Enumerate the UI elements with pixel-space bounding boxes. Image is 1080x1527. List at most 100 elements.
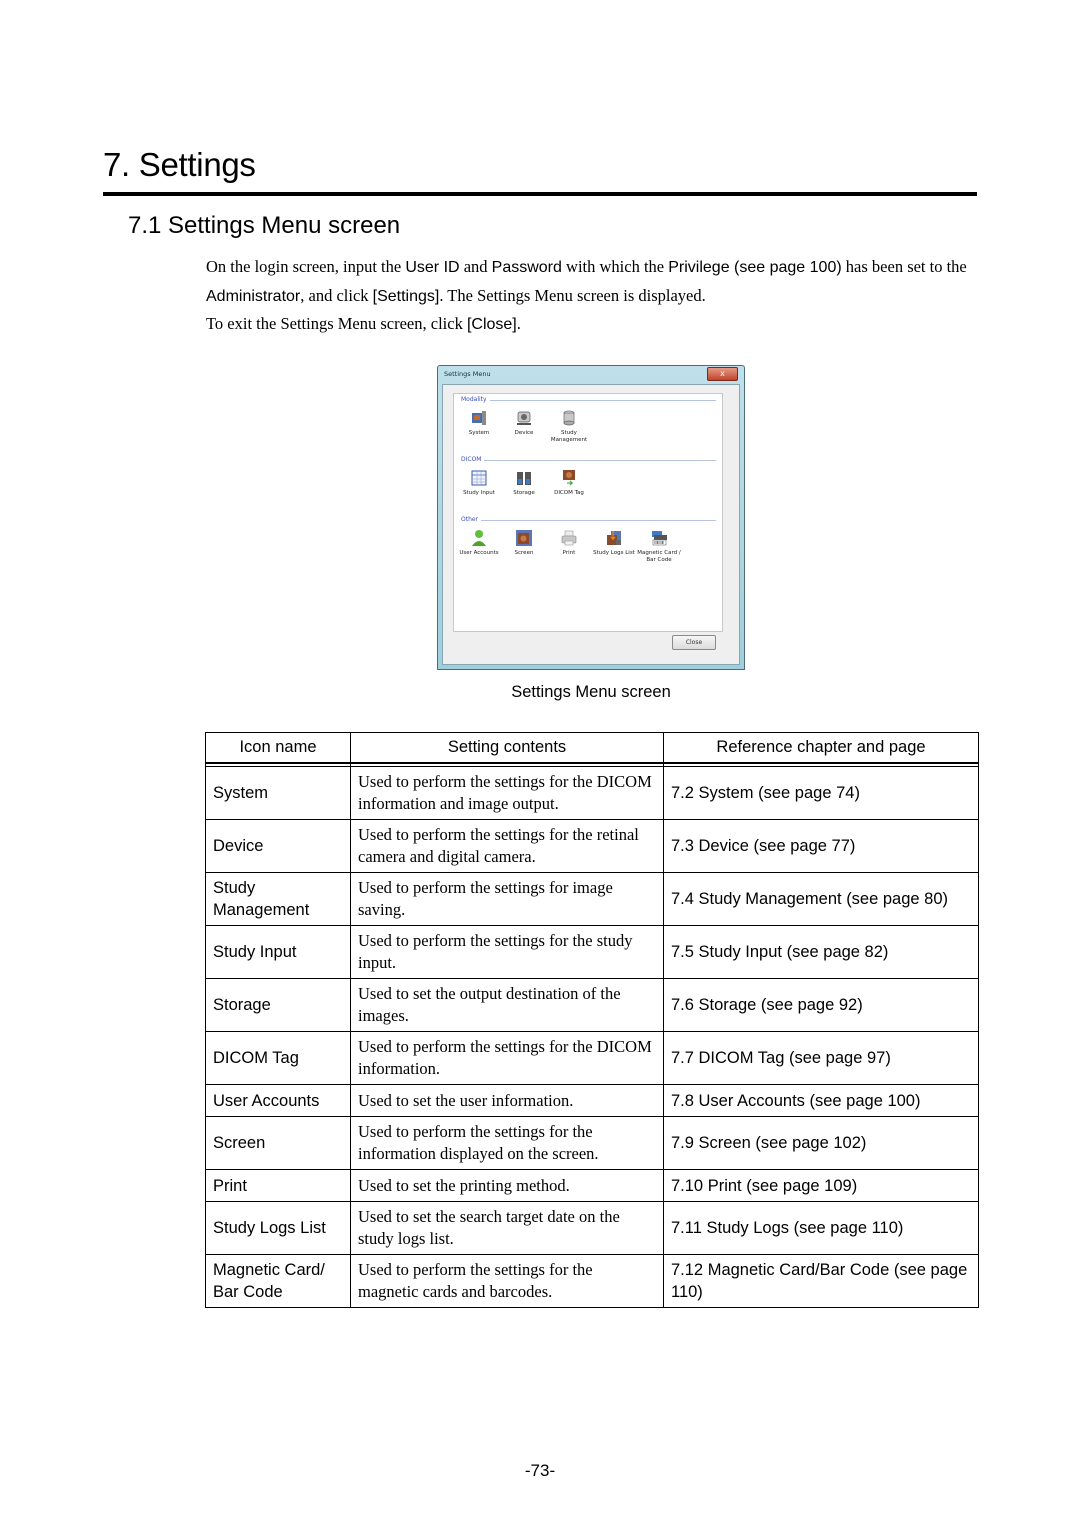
tile-label: Study Input: [463, 490, 495, 496]
column-header: Setting contents: [350, 732, 664, 764]
setting-contents-cell: Used to set the user information.: [350, 1084, 664, 1117]
icon-name-cell: Screen: [205, 1116, 351, 1170]
table-row: Study Logs List Used to set the search ta…: [205, 1201, 979, 1255]
reference-link[interactable]: 7.3 Device (see page 77): [663, 819, 979, 873]
reference-link[interactable]: 7.6 Storage (see page 92): [663, 978, 979, 1032]
tile-label: DICOM Tag: [554, 490, 584, 496]
reference-link[interactable]: 7.9 Screen (see page 102): [663, 1116, 979, 1170]
intro-text: with which the: [561, 257, 669, 276]
table-row: Storage Used to set the output destinatio…: [205, 978, 979, 1032]
setting-contents-cell: Used to perform the settings for the stu…: [350, 925, 664, 979]
tile-system[interactable]: System: [457, 409, 501, 437]
group-label-dicom: DICOM: [461, 456, 485, 463]
setting-contents-cell: Used to set the printing method.: [350, 1169, 664, 1202]
ui-term-administrator: Administrator: [206, 287, 301, 305]
tile-screen[interactable]: Screen: [502, 529, 546, 557]
reference-link[interactable]: 7.8 User Accounts (see page 100): [663, 1084, 979, 1117]
table-icon: [471, 470, 487, 486]
tile-label: System: [468, 430, 490, 436]
ui-term-close: [Close]: [466, 316, 517, 333]
screen-icon: [516, 530, 532, 546]
group-divider: [461, 460, 716, 461]
intro-text: .: [516, 314, 521, 333]
icon-name-cell: Study Logs List: [205, 1201, 351, 1255]
tile-study-input[interactable]: Study Input: [457, 469, 501, 497]
reference-link[interactable]: 7.11 Study Logs (see page 110): [663, 1201, 979, 1255]
tile-label: Study Logs List: [593, 550, 635, 556]
study-logs-icon: [607, 531, 621, 545]
group-label-modality: Modality: [461, 396, 490, 403]
tile-print[interactable]: Print: [547, 529, 591, 557]
database-icon: [563, 410, 575, 426]
setting-contents-cell: Used to set the search target date on th…: [350, 1201, 664, 1255]
reference-link[interactable]: 7.2 System (see page 74): [663, 766, 979, 820]
ui-term-password: Password: [491, 259, 562, 276]
tile-magnetic-card-bar-code[interactable]: Magnetic Card / Bar Code: [637, 529, 681, 564]
tile-study-logs-list[interactable]: Study Logs List: [592, 529, 636, 557]
icon-name-cell: Study Input: [205, 925, 351, 979]
icon-name-cell: Device: [205, 819, 351, 873]
section-title: 7.1 Settings Menu screen: [128, 212, 401, 239]
icon-name-cell: System: [205, 766, 351, 820]
table-row: Screen Used to perform the settings for t…: [205, 1116, 979, 1170]
table-row: DICOM Tag Used to perform the settings fo…: [205, 1031, 979, 1085]
storage-icon: [517, 472, 531, 485]
intro-paragraph: On the login screen, input the User ID a…: [206, 253, 986, 339]
table-row: Print Used to set the printing method. 7.1…: [205, 1169, 979, 1202]
reference-link[interactable]: 7.12 Magnetic Card/Bar Code (see page 11…: [663, 1254, 979, 1308]
table-header-row: Icon name Setting contents Reference cha…: [205, 732, 979, 764]
tile-study-management[interactable]: Study Management: [547, 409, 591, 444]
setting-contents-cell: Used to set the output destination of th…: [350, 978, 664, 1032]
tile-label: Device: [514, 430, 534, 436]
icon-name-cell: Storage: [205, 978, 351, 1032]
intro-text: and: [459, 257, 492, 276]
column-header: Reference chapter and page: [663, 732, 979, 764]
group-divider: [461, 400, 716, 401]
settings-menu-window: Settings Menu x Modality System Device S…: [437, 365, 745, 670]
settings-reference-table: Icon name Setting contents Reference cha…: [205, 732, 979, 1308]
intro-text: . The Settings Menu screen is displayed.: [439, 285, 706, 305]
intro-text: On the login screen, input the: [206, 257, 406, 276]
tile-dicom-tag[interactable]: DICOM Tag: [547, 469, 591, 497]
group-label-other: Other: [461, 516, 482, 523]
reference-link[interactable]: 7.7 DICOM Tag (see page 97): [663, 1031, 979, 1085]
table-row: Device Used to perform the settings for t…: [205, 819, 979, 873]
group-divider: [461, 520, 716, 521]
window-close-button[interactable]: x: [707, 367, 738, 381]
reference-link[interactable]: 7.5 Study Input (see page 82): [663, 925, 979, 979]
intro-text: To exit the Settings Menu screen, click: [206, 314, 467, 333]
settings-panel: Modality System Device Study Management …: [453, 393, 723, 632]
tile-label: Study Management: [550, 430, 588, 443]
close-button[interactable]: Close: [672, 635, 716, 650]
column-header: Icon name: [205, 732, 351, 764]
device-icon: [517, 411, 531, 425]
intro-text: , and click: [300, 285, 373, 305]
table-row: Study Input Used to perform the settings …: [205, 925, 979, 979]
printer-icon: [561, 530, 577, 546]
system-icon: [472, 411, 486, 425]
tile-user-accounts[interactable]: User Accounts: [457, 529, 501, 557]
reference-link[interactable]: 7.4 Study Management (see page 80): [663, 872, 979, 926]
table-row: System Used to perform the settings for t…: [205, 766, 979, 820]
tile-storage[interactable]: Storage: [502, 469, 546, 497]
privilege-link[interactable]: Privilege (see page 100): [668, 259, 841, 276]
tile-label: Screen: [514, 550, 534, 556]
setting-contents-cell: Used to perform the settings for the inf…: [350, 1116, 664, 1170]
table-row: User Accounts Used to set the user inform…: [205, 1084, 979, 1117]
icon-name-cell: Magnetic Card/ Bar Code: [205, 1254, 351, 1308]
tile-label: User Accounts: [459, 550, 499, 556]
window-body: Modality System Device Study Management …: [442, 384, 740, 665]
icon-name-cell: Print: [205, 1169, 351, 1202]
icon-name-cell: DICOM Tag: [205, 1031, 351, 1085]
reference-link[interactable]: 7.10 Print (see page 109): [663, 1169, 979, 1202]
table-row: Magnetic Card/ Bar Code Used to perform t…: [205, 1254, 979, 1308]
tile-device[interactable]: Device: [502, 409, 546, 437]
setting-contents-cell: Used to perform the settings for the mag…: [350, 1254, 664, 1308]
tile-label: Magnetic Card / Bar Code: [637, 550, 681, 563]
window-title: Settings Menu: [444, 370, 491, 378]
card-reader-icon: [652, 531, 667, 546]
page-number: -73-: [524, 1461, 556, 1480]
setting-contents-cell: Used to perform the settings for image s…: [350, 872, 664, 926]
ui-term-settings: [Settings]: [372, 287, 440, 305]
figure-caption: Settings Menu screen: [511, 683, 671, 701]
